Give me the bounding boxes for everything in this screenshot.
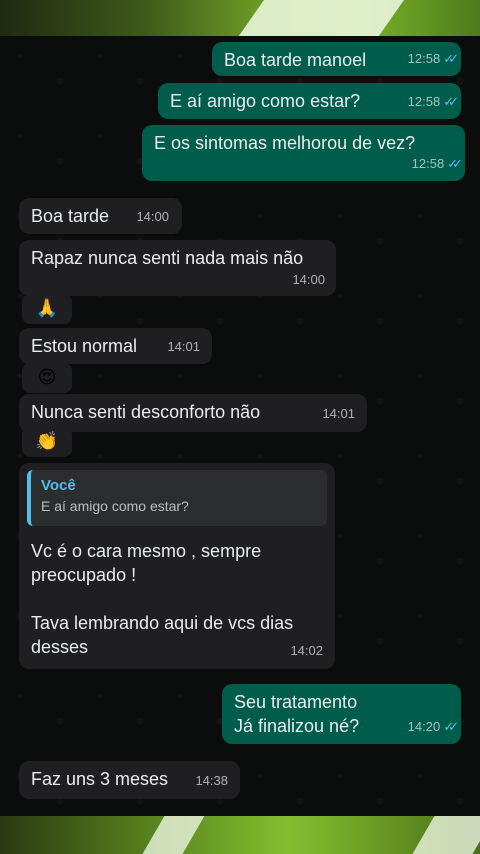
message-meta: 12:58 ✓✓ [411, 152, 463, 177]
message-text: Rapaz nunca senti nada mais não [31, 248, 304, 268]
message-text: Nunca senti desconforto não [31, 402, 261, 422]
emoji-message[interactable]: 👏 [22, 427, 72, 457]
message-incoming[interactable]: Boa tarde 14:00 [19, 198, 182, 234]
light-glare [228, 0, 412, 36]
light-glare [402, 816, 480, 854]
message-time: 14:38 [195, 773, 228, 788]
message-time: 12:58 [407, 94, 441, 109]
message-meta: 12:58 ✓✓ [407, 90, 459, 115]
message-time: 12:58 [407, 51, 441, 66]
emoji-message[interactable]: 🙏 [22, 294, 72, 324]
quote-text: E aí amigo como estar? [41, 498, 189, 514]
message-text: Boa tarde [31, 206, 110, 226]
message-outgoing[interactable]: Boa tarde manoel 12:58 ✓✓ [212, 42, 461, 76]
message-text: Boa tarde manoel [224, 50, 367, 70]
message-text: Estou normal [31, 336, 138, 356]
message-outgoing[interactable]: Seu tratamento Já finalizou né? 14:20 ✓✓ [222, 684, 461, 744]
message-time: 14:20 [407, 719, 441, 734]
message-text: Vc é o cara mesmo , sempre preocupado ! … [31, 541, 294, 657]
clapping-emoji-icon: 👏 [35, 431, 59, 452]
message-meta: 12:58 ✓✓ [407, 47, 459, 72]
message-time: 14:01 [167, 339, 200, 354]
message-time: 12:58 [411, 156, 445, 171]
message-time: 14:01 [322, 406, 355, 421]
message-time: 14:00 [292, 272, 325, 287]
message-text: Faz uns 3 meses [31, 769, 169, 789]
message-text: E aí amigo como estar? [170, 91, 361, 111]
camera-background-top [0, 0, 480, 36]
message-incoming[interactable]: Rapaz nunca senti nada mais não 14:00 [19, 240, 336, 296]
light-glare [132, 816, 208, 854]
message-meta: 14:20 ✓✓ [407, 715, 459, 740]
message-incoming[interactable]: Faz uns 3 meses 14:38 [19, 761, 240, 799]
chat-area[interactable]: Boa tarde manoel 12:58 ✓✓ E aí amigo como… [0, 36, 480, 816]
message-text: E os sintomas melhorou de vez? [154, 133, 416, 153]
double-check-icon: ✓✓ [443, 95, 459, 110]
double-check-icon: ✓✓ [443, 720, 459, 735]
double-check-icon: ✓✓ [447, 157, 463, 172]
message-incoming-reply[interactable]: Você E aí amigo como estar? Vc é o cara … [19, 463, 335, 669]
quote-author: Você [41, 477, 76, 494]
message-incoming[interactable]: Estou normal 14:01 [19, 328, 212, 364]
message-outgoing[interactable]: E os sintomas melhorou de vez? 12:58 ✓✓ [142, 125, 465, 181]
quoted-message[interactable]: Você E aí amigo como estar? [27, 470, 327, 526]
pray-emoji-icon: 🙏 [35, 298, 59, 319]
camera-background-bottom [0, 816, 480, 854]
message-text: Seu tratamento Já finalizou né? [234, 692, 360, 736]
message-incoming[interactable]: Nunca senti desconforto não 14:01 [19, 394, 367, 432]
message-time: 14:02 [290, 643, 323, 658]
double-check-icon: ✓✓ [443, 52, 459, 67]
message-outgoing[interactable]: E aí amigo como estar? 12:58 ✓✓ [158, 83, 461, 119]
message-time: 14:00 [136, 209, 169, 224]
emoji-message[interactable]: 😍 [22, 363, 72, 393]
heart-eyes-emoji-icon: 😍 [37, 367, 57, 388]
